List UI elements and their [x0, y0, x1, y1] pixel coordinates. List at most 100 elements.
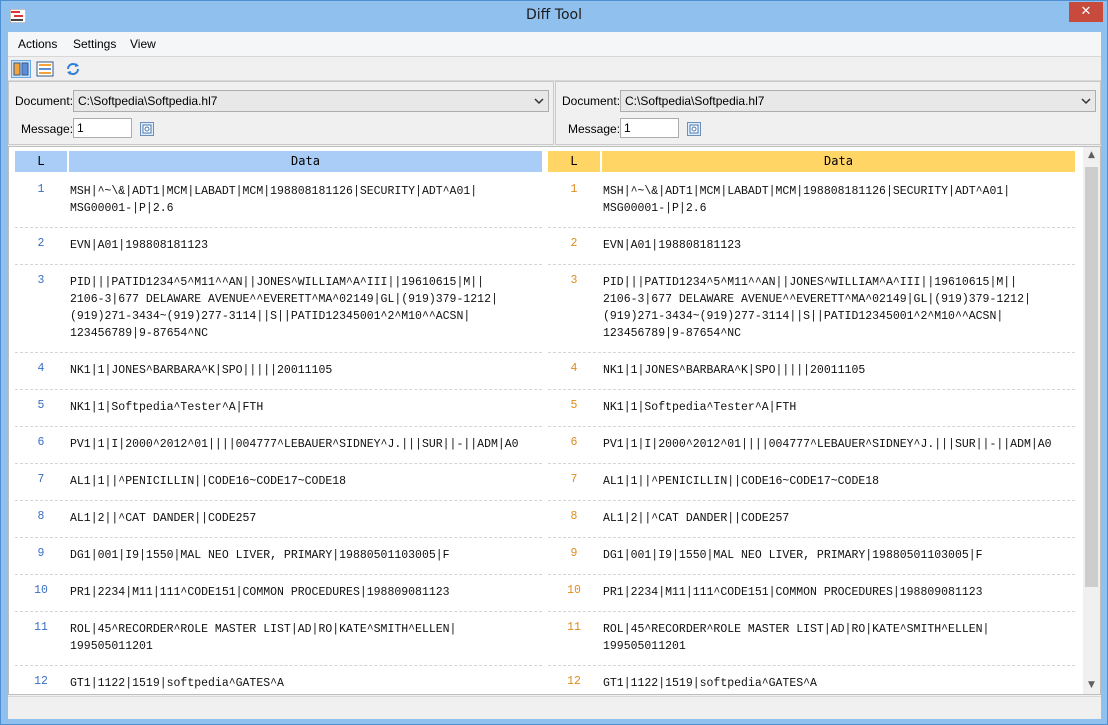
scroll-down-icon[interactable]: ▼: [1083, 677, 1100, 694]
table-row[interactable]: 2 EVN|A01|198808181123: [548, 228, 1075, 265]
table-row[interactable]: 7 AL1|1||^PENICILLIN||CODE16~CODE17~CODE1…: [15, 464, 542, 501]
segment-data: EVN|A01|198808181123: [603, 239, 742, 252]
right-line-header[interactable]: L: [548, 151, 600, 172]
status-bar: [8, 696, 1101, 719]
right-document-panel: Document: C:\Softpedia\Softpedia.hl7 Mes…: [555, 81, 1101, 145]
right-message-label: Message:: [568, 122, 621, 136]
table-row[interactable]: 10 PR1|2234|M11|111^CODE151|COMMON PROCED…: [15, 575, 542, 612]
vertical-scrollbar[interactable]: ▲ ▼: [1083, 147, 1100, 694]
segment-data: PID|||PATID1234^5^M11^^AN||JONES^WILLIAM…: [603, 276, 1031, 340]
app-window: Diff Tool ✕ Actions Settings View Docume…: [0, 0, 1108, 725]
left-document-combo[interactable]: C:\Softpedia\Softpedia.hl7: [73, 90, 549, 112]
line-number: 11: [34, 621, 48, 634]
browse-icon: [142, 124, 152, 134]
menu-view[interactable]: View: [130, 37, 156, 51]
line-number: 9: [37, 547, 45, 560]
table-row[interactable]: 7 AL1|1||^PENICILLIN||CODE16~CODE17~CODE1…: [548, 464, 1075, 501]
segment-data: GT1|1122|1519|softpedia^GATES^A: [70, 677, 284, 690]
line-number: 4: [37, 362, 45, 375]
line-number: 7: [37, 473, 45, 486]
line-number: 4: [570, 362, 578, 375]
table-row[interactable]: 6 PV1|1|I|2000^2012^01||||004777^LEBAUER^…: [15, 427, 542, 464]
table-row[interactable]: 11 ROL|45^RECORDER^ROLE MASTER LIST|AD|RO…: [548, 612, 1075, 666]
table-row[interactable]: 9 DG1|001|I9|1550|MAL NEO LIVER, PRIMARY|…: [548, 538, 1075, 575]
table-row[interactable]: 5 NK1|1|Softpedia^Tester^A|FTH: [15, 390, 542, 427]
window-title: Diff Tool: [526, 7, 582, 23]
segment-data: AL1|1||^PENICILLIN||CODE16~CODE17~CODE18: [603, 475, 880, 488]
chevron-down-icon: [534, 98, 544, 105]
side-by-side-view-button[interactable]: [11, 60, 31, 78]
segment-data: PV1|1|I|2000^2012^01||||004777^LEBAUER^S…: [70, 438, 519, 451]
table-row[interactable]: 9 DG1|001|I9|1550|MAL NEO LIVER, PRIMARY|…: [15, 538, 542, 575]
line-number: 3: [37, 274, 45, 287]
table-row[interactable]: 4 NK1|1|JONES^BARBARA^K|SPO|||||20011105: [15, 353, 542, 390]
line-number: 7: [570, 473, 578, 486]
menu-actions[interactable]: Actions: [18, 37, 57, 51]
table-row[interactable]: 1 MSH|^~\&|ADT1|MCM|LABADT|MCM|1988081811…: [15, 174, 542, 228]
table-row[interactable]: 8 AL1|2||^CAT DANDER||CODE257: [548, 501, 1075, 538]
left-message-browse-button[interactable]: [140, 122, 154, 136]
menu-bar: Actions Settings View: [8, 32, 1101, 56]
refresh-button[interactable]: [64, 60, 84, 78]
scrollbar-thumb[interactable]: [1085, 167, 1098, 587]
table-row[interactable]: 3 PID|||PATID1234^5^M11^^AN||JONES^WILLIA…: [15, 265, 542, 353]
table-row[interactable]: 5 NK1|1|Softpedia^Tester^A|FTH: [548, 390, 1075, 427]
line-number: 3: [570, 274, 578, 287]
right-document-value: C:\Softpedia\Softpedia.hl7: [625, 94, 765, 108]
table-row[interactable]: 4 NK1|1|JONES^BARBARA^K|SPO|||||20011105: [548, 353, 1075, 390]
table-row[interactable]: 12 GT1|1122|1519|softpedia^GATES^A: [15, 666, 542, 694]
segment-data: NK1|1|Softpedia^Tester^A|FTH: [70, 401, 264, 414]
left-data-header[interactable]: Data: [69, 151, 542, 172]
left-document-panel: Document: C:\Softpedia\Softpedia.hl7 Mes…: [8, 81, 554, 145]
line-number: 2: [37, 237, 45, 250]
right-document-label: Document:: [562, 94, 621, 108]
inline-view-icon: [36, 61, 54, 77]
segment-data: PID|||PATID1234^5^M11^^AN||JONES^WILLIAM…: [70, 276, 498, 340]
table-row[interactable]: 3 PID|||PATID1234^5^M11^^AN||JONES^WILLIA…: [548, 265, 1075, 353]
line-number: 12: [34, 675, 48, 688]
segment-data: ROL|45^RECORDER^ROLE MASTER LIST|AD|RO|K…: [603, 623, 990, 653]
line-number: 6: [37, 436, 45, 449]
left-line-header[interactable]: L: [15, 151, 67, 172]
line-number: 10: [34, 584, 48, 597]
table-row[interactable]: 10 PR1|2234|M11|111^CODE151|COMMON PROCED…: [548, 575, 1075, 612]
segment-data: MSH|^~\&|ADT1|MCM|LABADT|MCM|19880818112…: [70, 185, 478, 215]
table-row[interactable]: 1 MSH|^~\&|ADT1|MCM|LABADT|MCM|1988081811…: [548, 174, 1075, 228]
line-number: 1: [570, 183, 578, 196]
line-number: 12: [567, 675, 581, 688]
chevron-down-icon: [1081, 98, 1091, 105]
segment-data: PV1|1|I|2000^2012^01||||004777^LEBAUER^S…: [603, 438, 1052, 451]
line-number: 8: [570, 510, 578, 523]
right-data-header[interactable]: Data: [602, 151, 1075, 172]
left-pane: L Data 1 MSH|^~\&|ADT1|MCM|LABADT|MCM|198…: [15, 147, 542, 694]
left-document-label: Document:: [15, 94, 74, 108]
line-number: 6: [570, 436, 578, 449]
client-area: Actions Settings View Document: C:\Softp…: [8, 32, 1101, 719]
left-document-value: C:\Softpedia\Softpedia.hl7: [78, 94, 218, 108]
segment-data: DG1|001|I9|1550|MAL NEO LIVER, PRIMARY|1…: [603, 549, 983, 562]
segment-data: AL1|2||^CAT DANDER||CODE257: [70, 512, 257, 525]
line-number: 2: [570, 237, 578, 250]
left-message-input[interactable]: 1: [73, 118, 132, 138]
table-row[interactable]: 11 ROL|45^RECORDER^ROLE MASTER LIST|AD|RO…: [15, 612, 542, 666]
inline-view-button[interactable]: [35, 60, 55, 78]
right-document-combo[interactable]: C:\Softpedia\Softpedia.hl7: [620, 90, 1096, 112]
side-by-side-view-icon: [13, 62, 29, 76]
table-row[interactable]: 8 AL1|2||^CAT DANDER||CODE257: [15, 501, 542, 538]
right-message-input[interactable]: 1: [620, 118, 679, 138]
scroll-up-icon[interactable]: ▲: [1083, 147, 1100, 164]
refresh-icon: [67, 63, 79, 75]
segment-data: ROL|45^RECORDER^ROLE MASTER LIST|AD|RO|K…: [70, 623, 457, 653]
table-row[interactable]: 2 EVN|A01|198808181123: [15, 228, 542, 265]
menu-settings[interactable]: Settings: [73, 37, 116, 51]
segment-data: DG1|001|I9|1550|MAL NEO LIVER, PRIMARY|1…: [70, 549, 450, 562]
table-row[interactable]: 12 GT1|1122|1519|softpedia^GATES^A: [548, 666, 1075, 694]
toolbar: [8, 56, 1101, 81]
browse-icon: [689, 124, 699, 134]
table-row[interactable]: 6 PV1|1|I|2000^2012^01||||004777^LEBAUER^…: [548, 427, 1075, 464]
segment-data: PR1|2234|M11|111^CODE151|COMMON PROCEDUR…: [70, 586, 450, 599]
close-button[interactable]: ✕: [1069, 2, 1103, 22]
segment-data: EVN|A01|198808181123: [70, 239, 209, 252]
right-message-browse-button[interactable]: [687, 122, 701, 136]
title-bar[interactable]: Diff Tool ✕: [1, 1, 1107, 32]
